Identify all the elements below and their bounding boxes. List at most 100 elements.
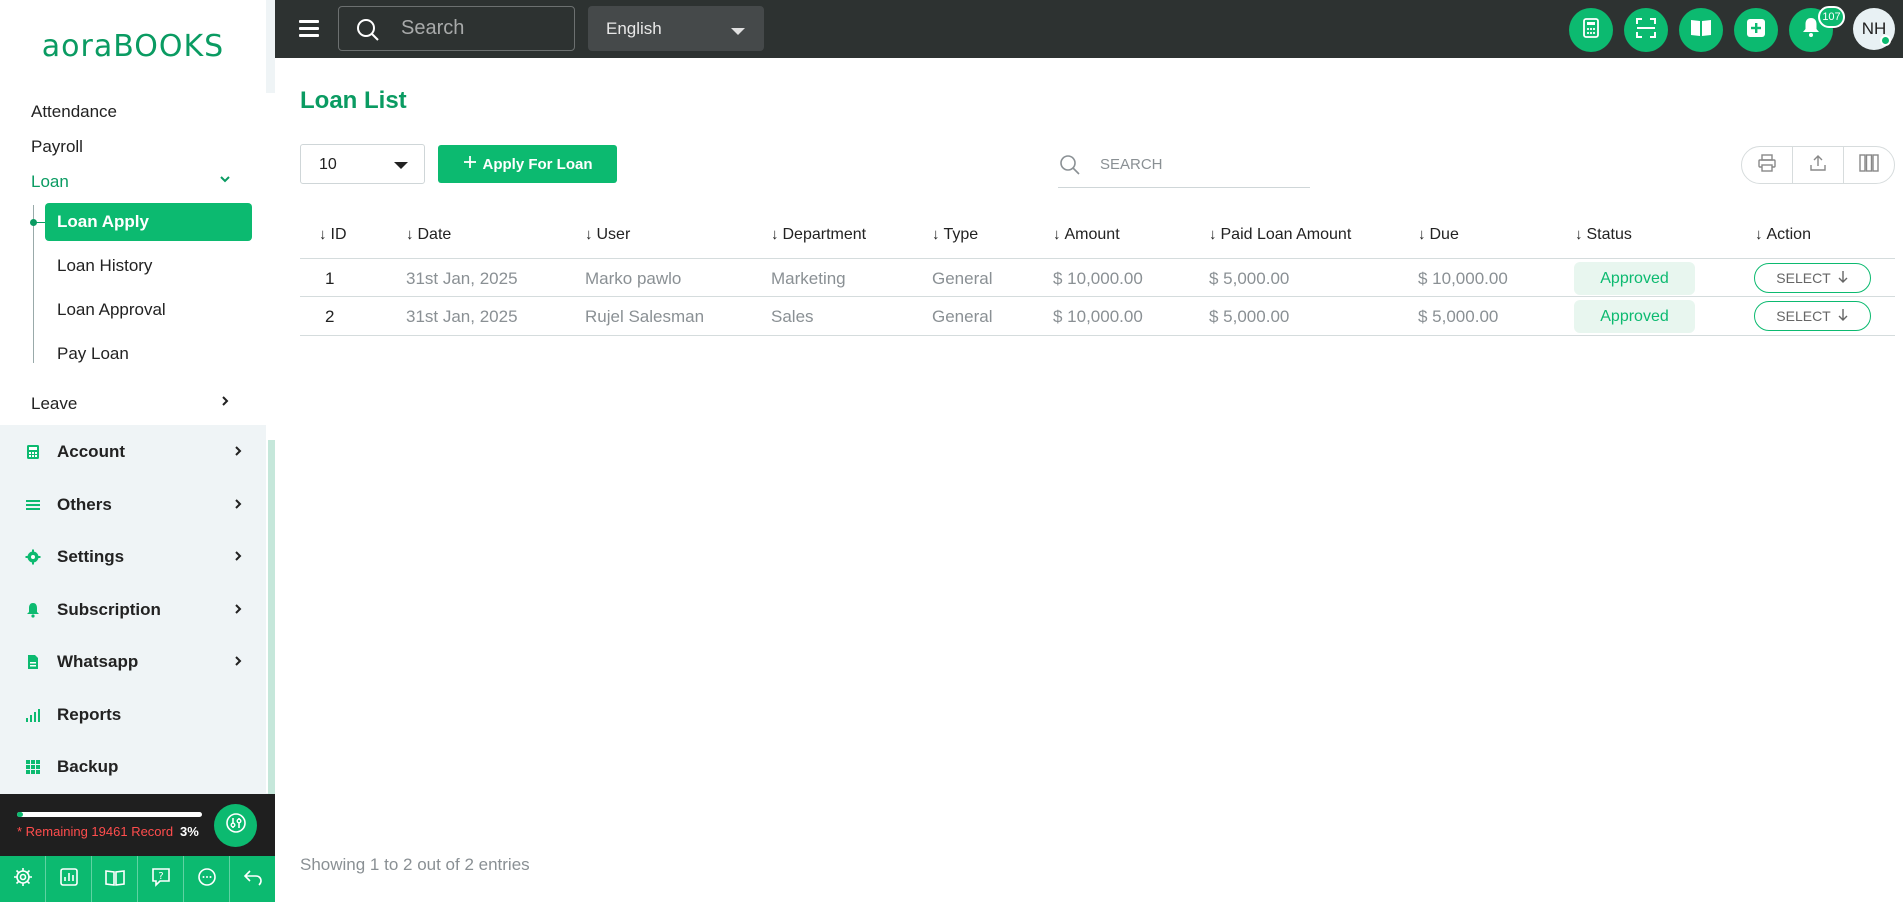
sidebar-scrollbar[interactable] [268, 440, 275, 795]
bottom-help-button[interactable]: ? [138, 856, 184, 902]
header-divider [300, 258, 1895, 259]
apply-for-loan-button[interactable]: Apply For Loan [438, 145, 617, 183]
record-usage-panel: * Remaining 19461 Record 3% [0, 794, 275, 856]
caret-down-icon [731, 28, 745, 35]
sidebar-item-loan-history[interactable]: Loan History [45, 247, 252, 285]
gear-icon [24, 548, 42, 566]
sidebar-item-pay-loan[interactable]: Pay Loan [45, 335, 252, 373]
sidebar-item-leave[interactable]: Leave [31, 394, 231, 414]
sidebar-item-others[interactable]: Others [0, 480, 266, 530]
sidebar-item-payroll[interactable]: Payroll [31, 137, 83, 157]
cell-type: General [932, 269, 993, 288]
sort-arrow-icon: ↓ [1575, 226, 1583, 243]
remaining-records-text: * Remaining 19461 Record [17, 824, 174, 839]
cell-paid-amount: $ 5,000.00 [1209, 269, 1290, 288]
chevron-right-icon [232, 444, 244, 460]
sidebar-item-label: Backup [57, 757, 119, 776]
cell-date: 31st Jan, 2025 [406, 307, 518, 326]
sidebar-item-whatsapp[interactable]: Whatsapp [0, 637, 266, 687]
usage-percent: 3% [180, 824, 199, 839]
sidebar-item-loan-approval[interactable]: Loan Approval [45, 291, 252, 329]
table-search-placeholder: SEARCH [1100, 156, 1163, 173]
language-select[interactable]: English [588, 6, 764, 51]
list-icon [24, 496, 42, 514]
column-header-department[interactable]: ↓ Department [771, 226, 866, 244]
row-divider [300, 296, 1895, 297]
bar-chart-icon [24, 706, 42, 724]
sidebar-item-label: Reports [57, 705, 122, 724]
cell-paid-amount: $ 5,000.00 [1209, 307, 1290, 326]
column-header-id[interactable]: ↓ ID [319, 226, 347, 244]
scan-button[interactable] [1624, 8, 1668, 52]
document-icon [24, 653, 42, 671]
sidebar-item-label: Loan Apply [57, 212, 149, 231]
columns-button[interactable] [1844, 147, 1894, 183]
bottom-reports-button[interactable] [46, 856, 92, 902]
book-icon [104, 866, 126, 893]
grid-icon [24, 758, 42, 776]
column-header-paid-loan-amount[interactable]: ↓ Paid Loan Amount [1209, 226, 1351, 244]
bottom-chat-button[interactable] [184, 856, 230, 902]
chevron-right-icon [232, 549, 244, 565]
select-action-button[interactable]: SELECT [1754, 263, 1871, 293]
sidebar-item-label: Settings [57, 547, 125, 566]
table-search-input[interactable]: SEARCH [1058, 144, 1310, 188]
sidebar-item-backup[interactable]: Backup [0, 742, 266, 792]
bottom-guide-button[interactable] [92, 856, 138, 902]
chevron-down-icon [219, 172, 231, 188]
column-header-label: Department [782, 226, 867, 243]
column-header-date[interactable]: ↓ Date [406, 226, 451, 244]
guide-button[interactable] [1679, 8, 1723, 52]
column-header-label: Status [1586, 226, 1632, 243]
upgrade-button[interactable] [214, 804, 257, 847]
search-icon [1058, 153, 1082, 182]
column-header-user[interactable]: ↓ User [585, 226, 630, 244]
arrow-down-icon [1837, 308, 1849, 325]
print-button[interactable] [1742, 147, 1793, 183]
sort-arrow-icon: ↓ [932, 226, 940, 243]
settings-sliders-icon [225, 812, 247, 839]
sidebar-item-label: Whatsapp [57, 652, 139, 671]
column-header-label: User [596, 226, 631, 243]
page-size-value: 10 [319, 156, 337, 173]
select-action-label: SELECT [1776, 308, 1831, 324]
column-header-status[interactable]: ↓ Status [1575, 226, 1632, 244]
help-icon: ? [150, 866, 172, 893]
sidebar-item-label: Attendance [31, 102, 118, 121]
column-header-amount[interactable]: ↓ Amount [1053, 226, 1120, 244]
global-search-input[interactable]: Search [338, 6, 575, 51]
column-header-action[interactable]: ↓ Action [1755, 226, 1811, 244]
cell-amount: $ 10,000.00 [1053, 269, 1143, 288]
export-button[interactable] [1793, 147, 1844, 183]
menu-toggle-icon[interactable] [299, 20, 319, 38]
sort-arrow-icon: ↓ [1418, 226, 1426, 243]
plus-icon [463, 155, 477, 173]
page-size-select[interactable]: 10 [300, 144, 425, 184]
page-title: Loan List [300, 87, 407, 114]
quick-add-button[interactable] [1734, 8, 1778, 52]
sidebar-item-subscription[interactable]: Subscription [0, 585, 266, 635]
calculator-button[interactable] [1569, 8, 1613, 52]
sidebar-item-label: Pay Loan [57, 344, 129, 363]
sidebar-item-account[interactable]: Account [0, 427, 266, 477]
sidebar-item-attendance[interactable]: Attendance [31, 102, 117, 122]
book-icon [1689, 17, 1713, 44]
sidebar-item-reports[interactable]: Reports [0, 690, 266, 740]
sidebar-item-label: Subscription [57, 600, 161, 619]
sidebar-item-settings[interactable]: Settings [0, 532, 266, 582]
caret-down-icon [394, 162, 408, 169]
column-header-label: Action [1766, 226, 1811, 243]
sidebar-item-loan-apply[interactable]: Loan Apply [45, 203, 252, 241]
column-header-label: Type [943, 226, 979, 243]
select-action-button[interactable]: SELECT [1754, 301, 1871, 331]
logo-area[interactable]: aoraBOOKS [0, 0, 266, 93]
cell-id: 1 [325, 269, 335, 288]
column-header-type[interactable]: ↓ Type [932, 226, 978, 244]
cell-id: 2 [325, 307, 335, 326]
bottom-settings-button[interactable] [0, 856, 46, 902]
printer-icon [1757, 153, 1777, 178]
status-badge: Approved [1574, 262, 1695, 295]
bottom-logout-button[interactable] [230, 856, 275, 902]
sidebar-item-loan[interactable]: Loan [31, 172, 231, 192]
column-header-due[interactable]: ↓ Due [1418, 226, 1459, 244]
